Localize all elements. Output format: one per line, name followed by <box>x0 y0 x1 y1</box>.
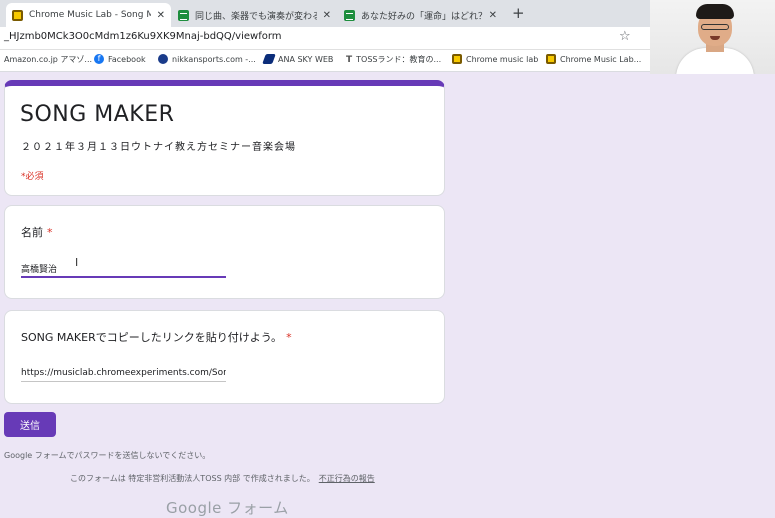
presenter-glasses <box>701 24 729 30</box>
bookmark-facebook[interactable]: f Facebook <box>94 54 146 64</box>
required-mark: * <box>286 331 292 344</box>
question-name-card: 名前 * I <box>4 205 445 299</box>
question-title: 名前 <box>21 226 43 239</box>
name-input[interactable] <box>21 260 226 278</box>
bookmark-label: TOSSランド：教育の... <box>356 55 442 64</box>
bookmark-label: nikkansports.com -... <box>172 54 256 64</box>
tab-strip: Chrome Music Lab - Song Maker ✕ 同じ曲、楽器でも… <box>0 0 650 27</box>
google-forms-logo: Google フォーム <box>166 499 289 517</box>
url-field[interactable]: _HJzmb0MCk3O0cMdm1z6Ku9XK9Mnaj-bdQQ/view… <box>4 31 282 42</box>
close-icon[interactable]: ✕ <box>323 10 331 21</box>
link-input[interactable] <box>21 364 226 382</box>
form-title: SONG MAKER <box>20 102 175 127</box>
tab-sheet-1[interactable]: 同じ曲、楽器でも演奏が変わるのは ✕ <box>172 3 337 27</box>
question-label: 名前 * <box>21 224 53 240</box>
password-warning: Google フォームでパスワードを送信しないでください。 <box>4 451 211 460</box>
google-sheets-icon <box>344 9 355 21</box>
tab-song-maker[interactable]: Chrome Music Lab - Song Maker ✕ <box>6 3 171 27</box>
created-by-text: このフォームは 特定非営利活動法人TOSS 内部 で作成されました。 <box>70 474 315 483</box>
bookmark-amazon[interactable]: Amazon.co.jp アマゾ... <box>4 54 92 65</box>
form-description: ２０２１年３月１３日ウトナイ教え方セミナー音楽会場 <box>21 142 296 153</box>
star-icon[interactable]: ☆ <box>619 29 631 44</box>
submit-button[interactable]: 送信 <box>4 412 56 437</box>
text-cursor-icon: I <box>75 256 79 269</box>
ana-icon <box>262 54 276 64</box>
bookmark-ana[interactable]: ANA SKY WEB <box>262 54 334 64</box>
bookmark-chrome-music-lab-2[interactable]: Chrome Music Lab... <box>546 54 641 64</box>
close-icon[interactable]: ✕ <box>489 10 497 21</box>
tab-title: あなた好みの「運命」はどれ？（図画 <box>361 11 483 22</box>
question-title: SONG MAKERでコピーしたリンクを貼り付けよう。 <box>21 331 283 344</box>
created-by-note: このフォームは 特定非営利活動法人TOSS 内部 で作成されました。 不正行為の報… <box>70 473 375 484</box>
required-mark: * <box>47 226 53 239</box>
chrome-music-lab-icon <box>546 54 556 64</box>
tab-title: Chrome Music Lab - Song Maker <box>29 10 151 20</box>
tab-sheet-2[interactable]: あなた好みの「運命」はどれ？（図画 ✕ <box>338 3 503 27</box>
address-bar: _HJzmb0MCk3O0cMdm1z6Ku9XK9Mnaj-bdQQ/view… <box>0 27 650 50</box>
question-label: SONG MAKERでコピーしたリンクを貼り付けよう。 * <box>21 329 292 345</box>
bookmark-label: Facebook <box>108 54 146 64</box>
question-link-card: SONG MAKERでコピーしたリンクを貼り付けよう。 * <box>4 310 445 404</box>
bookmark-label: Chrome music lab <box>466 54 539 64</box>
chrome-music-lab-icon <box>452 54 462 64</box>
bookmarks-bar: Amazon.co.jp アマゾ... f Facebook nikkanspo… <box>0 50 650 72</box>
presenter-hair <box>696 4 734 19</box>
bookmark-nikkansports[interactable]: nikkansports.com -... <box>158 54 256 64</box>
bookmark-toss[interactable]: T TOSSランド：教育の... <box>346 54 441 65</box>
google-sheets-icon <box>178 9 189 21</box>
chrome-music-lab-icon <box>12 9 23 21</box>
bookmark-label: Chrome Music Lab... <box>560 54 642 64</box>
bookmark-label: ANA SKY WEB <box>278 54 334 64</box>
report-abuse-link[interactable]: 不正行為の報告 <box>319 474 375 483</box>
tab-title: 同じ曲、楽器でも演奏が変わるのは <box>195 11 317 22</box>
bookmark-chrome-music-lab[interactable]: Chrome music lab <box>452 54 538 64</box>
toss-icon: T <box>346 54 353 65</box>
webcam-overlay <box>650 0 775 74</box>
nikkansports-icon <box>158 54 168 64</box>
facebook-icon: f <box>94 54 104 64</box>
required-note: *必須 <box>21 172 44 182</box>
close-icon[interactable]: ✕ <box>157 10 165 21</box>
new-tab-button[interactable]: + <box>512 4 525 22</box>
form-header-card: SONG MAKER ２０２１年３月１３日ウトナイ教え方セミナー音楽会場 *必須 <box>4 80 445 196</box>
bookmark-label: Amazon.co.jp アマゾ... <box>4 55 93 64</box>
